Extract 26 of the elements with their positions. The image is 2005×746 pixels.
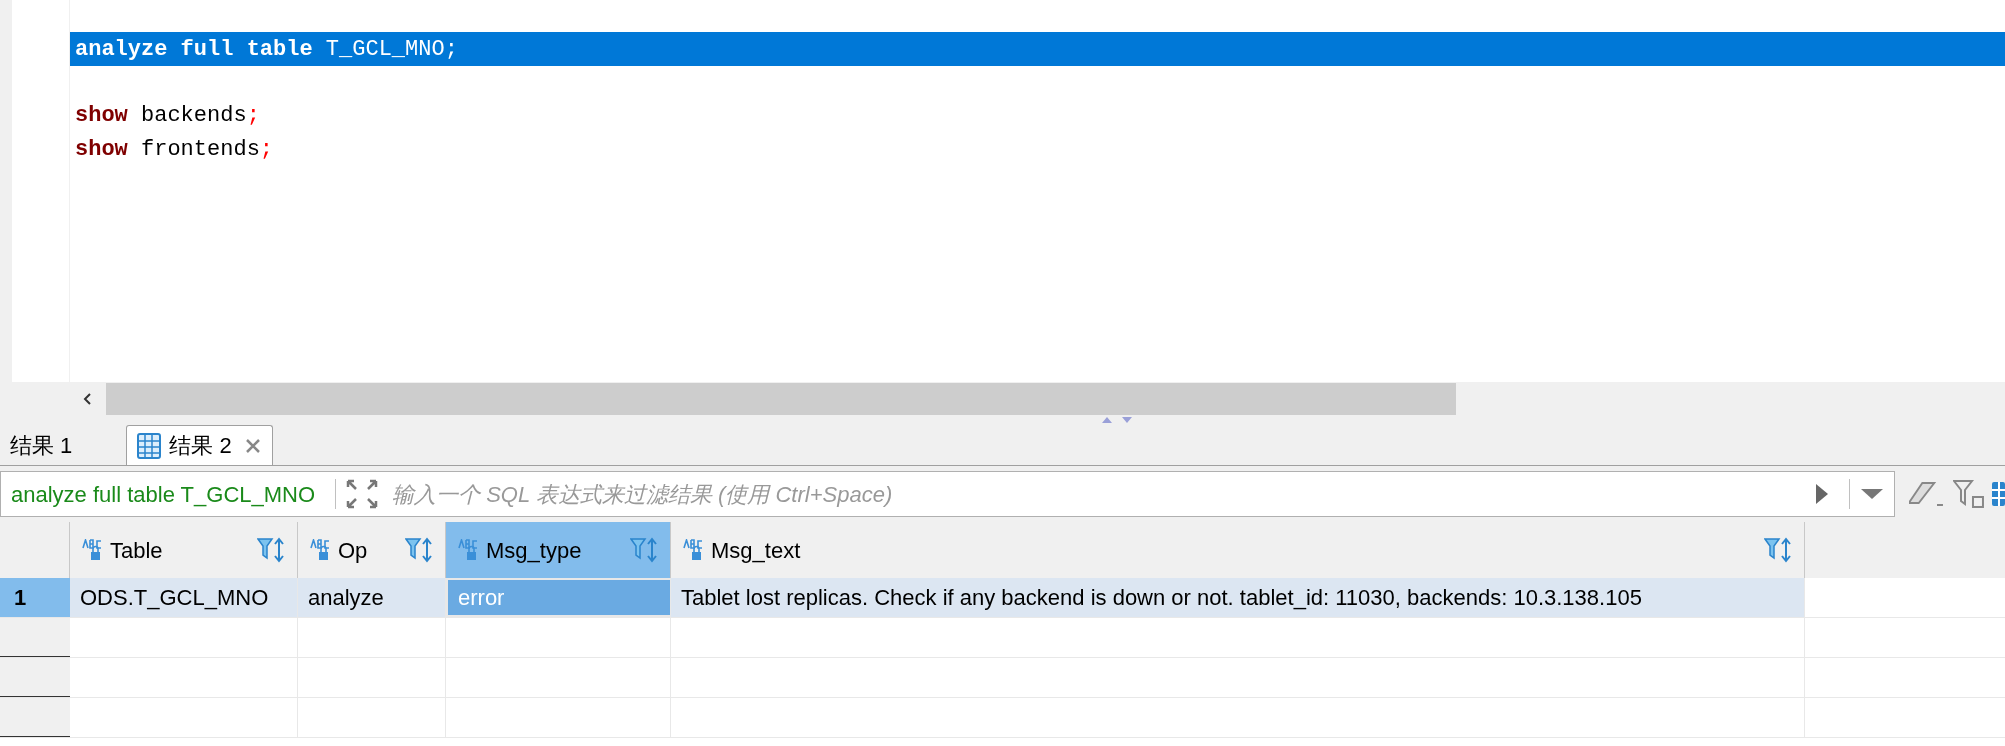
grid-icon[interactable] <box>1991 479 2005 509</box>
filter-input[interactable]: 输入一个 SQL 表达式来过滤结果 (使用 Ctrl+Space) <box>392 477 1816 511</box>
table-cell: ODS.T_GCL_MNO <box>70 578 298 617</box>
result-tab[interactable]: 结果 2 <box>126 425 273 465</box>
row-number[interactable]: 1 <box>0 578 70 617</box>
eraser-icon[interactable] <box>1909 479 1946 509</box>
filter-sort-icon[interactable] <box>630 537 658 563</box>
filter-sort-icon[interactable] <box>257 537 285 563</box>
table-cell: Tablet lost replicas. Check if any backend is down or not. tablet_id: 11030, backends: 10.3.138.105 <box>671 578 1805 617</box>
table-cell: analyze <box>298 578 446 617</box>
close-icon[interactable] <box>243 436 262 455</box>
code-line: show backends; <box>74 101 261 130</box>
result-tab[interactable]: 结果 1 <box>0 425 81 465</box>
filter-save-icon[interactable] <box>1953 479 1985 509</box>
filter-sort-icon[interactable] <box>405 537 433 563</box>
filter-field[interactable]: analyze full table T_GCL_MNO 输入一个 SQL 表达式来过滤结果 (使用 Ctrl+Space) <box>0 471 1896 517</box>
filter-sort-icon[interactable] <box>1764 537 1792 563</box>
table-cell: error <box>446 578 671 617</box>
column-header[interactable]: Msg_type <box>446 522 671 578</box>
run-icon[interactable] <box>1815 483 1830 505</box>
scroll-left-icon[interactable] <box>82 392 94 406</box>
query-label: analyze full table T_GCL_MNO <box>11 480 316 509</box>
code-line: show frontends; <box>74 135 275 164</box>
dropdown-icon[interactable] <box>1860 488 1885 500</box>
grid-icon <box>137 432 162 459</box>
expand-icon[interactable] <box>346 479 379 509</box>
